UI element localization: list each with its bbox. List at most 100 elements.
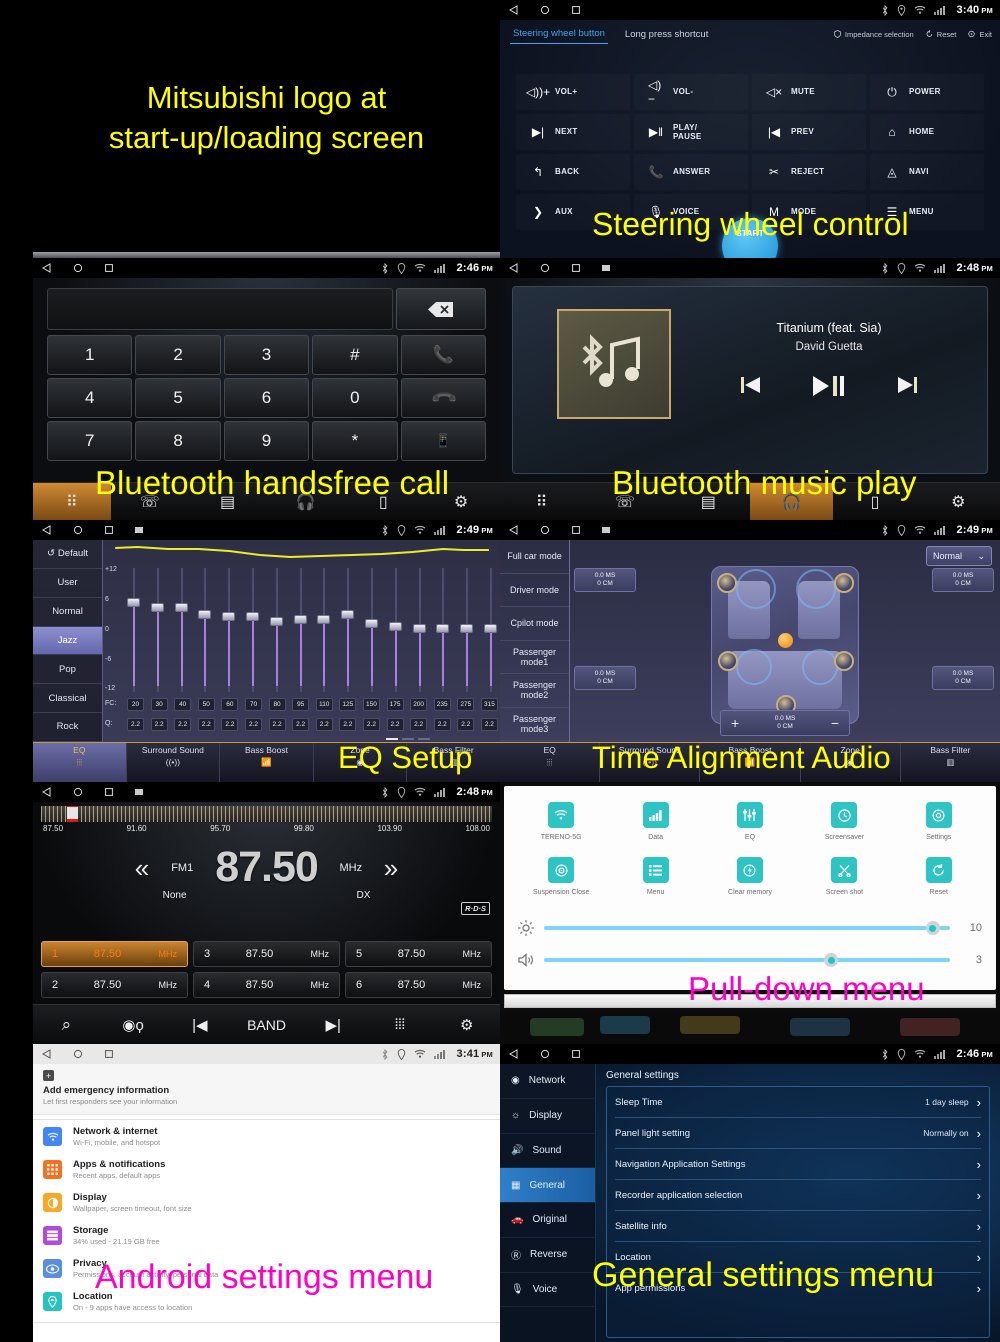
key-3[interactable]: 3 [223,335,310,375]
sw-button-play-pause[interactable]: ▶‖ PLAY/ PAUSE [634,114,748,150]
key-1[interactable]: 1 [47,335,133,375]
tab-eq[interactable]: EQ ⦙⦙⦙ [500,743,601,782]
eq-q-cell[interactable]: 2.2 [174,718,192,731]
play-pause-button[interactable] [812,375,846,397]
tile-wifi[interactable]: TERENO-5G [514,802,608,841]
key-4[interactable]: 4 [47,378,133,418]
end-call-button[interactable]: 📞 [400,378,486,418]
sw-button-home[interactable]: ⌂ HOME [870,114,984,150]
eq-band-slider-50[interactable] [198,568,212,692]
sidebar-item-network[interactable]: ◉ Network [500,1064,595,1099]
tab-bass-boost[interactable]: Bass Boost 📶 [220,743,314,782]
nav-back-icon[interactable] [42,1049,52,1059]
eq-band-slider-315[interactable] [483,568,498,692]
eq-fc-cell[interactable]: 235 [433,698,451,711]
eq-q-cell[interactable]: 2.2 [268,718,286,731]
settings-row-apps[interactable]: Apps & notifications Recent apps, default… [33,1153,500,1186]
nav-recents-icon[interactable] [571,5,581,15]
preset-default[interactable]: ↺ Default [33,540,102,569]
sw-button-prev[interactable]: |◀ PREV [752,114,866,150]
eq-q-cell[interactable]: 2.2 [339,718,357,731]
eq-fc-cell[interactable]: 200 [410,698,428,711]
phone-number-input[interactable] [47,288,393,330]
preset-pop[interactable]: Pop [33,655,102,685]
eq-fc-cell[interactable]: 80 [268,698,286,711]
nav-recents-icon[interactable] [104,1049,114,1059]
eq-q-cell[interactable]: 2.2 [362,718,380,731]
eq-fc-cell[interactable]: 70 [244,698,262,711]
nav-back-icon[interactable] [509,5,519,15]
slider-knob[interactable] [222,612,236,621]
mode-passenger1[interactable]: Passenger mode1 [500,641,569,675]
band-button[interactable]: BAND [233,1017,300,1033]
eq-band-slider-80[interactable] [269,568,284,692]
nav-back-icon[interactable] [509,525,519,535]
eq-q-cell[interactable]: 2.2 [292,718,310,731]
nav-bt-settings[interactable]: ⚙ [917,483,1000,520]
sw-button-vol-up[interactable]: ◁))+ VOL+ [516,74,630,110]
auto-scan-button[interactable]: ◉ϙ [100,1016,167,1034]
key-8[interactable]: 8 [135,421,221,461]
eq-fc-cell[interactable]: 30 [150,698,168,711]
slider-knob[interactable] [388,622,402,631]
slider-knob[interactable] [460,624,474,633]
key-6[interactable]: 6 [223,378,310,418]
eq-q-cell[interactable]: 2.2 [386,718,404,731]
nav-back-icon[interactable] [509,263,519,273]
tab-steering-wheel-button[interactable]: Steering wheel button [510,26,608,44]
nav-back-icon[interactable] [509,1049,519,1059]
key-9[interactable]: 9 [223,421,310,461]
sensitivity-indicator[interactable]: DX [357,890,371,901]
tab-eq[interactable]: EQ ⦙⦙⦙ [33,743,127,782]
nav-back-icon[interactable] [42,525,52,535]
sidebar-item-reverse[interactable]: Ⓡ Reverse [500,1238,595,1273]
eq-fc-cell[interactable]: 95 [292,698,310,711]
nav-recents-icon[interactable] [571,263,581,273]
slider-knob[interactable] [174,603,188,612]
preset-jazz[interactable]: Jazz [33,626,102,656]
sw-button-vol-down[interactable]: ◁)− VOL- [634,74,748,110]
eq-fc-cell[interactable]: 175 [386,698,404,711]
preset-6[interactable]: 6 87.50 MHz [345,972,492,998]
slider-knob[interactable] [483,624,497,633]
prev-station-button[interactable]: |◀ [166,1016,233,1034]
nav-recents-icon[interactable] [104,787,114,797]
nav-home-icon[interactable] [73,525,83,535]
eq-fc-cell[interactable]: 40 [174,698,192,711]
preset-classical[interactable]: Classical [33,684,102,714]
preset-rock[interactable]: Rock [33,713,102,742]
preset-4[interactable]: 4 87.50 MHz [193,972,340,998]
listening-position-marker[interactable] [778,633,793,648]
settings-button[interactable]: ⚙ [433,1016,500,1034]
eq-band-slider-150[interactable] [364,568,379,692]
eq-fc-cell[interactable]: 125 [339,698,357,711]
mode-passenger2[interactable]: Passenger mode2 [500,674,569,708]
nav-back-icon[interactable] [42,263,52,273]
eq-band-slider-60[interactable] [222,568,236,692]
eq-q-cell[interactable]: 2.2 [221,718,239,731]
slider-knob[interactable] [436,624,450,633]
sw-button-next[interactable]: ▶| NEXT [516,114,630,150]
nav-home-icon[interactable] [540,1049,550,1059]
nav-screenshot-icon[interactable] [602,264,610,272]
sw-button-power[interactable]: ⏻ POWER [870,74,984,110]
volume-slider[interactable] [544,953,950,967]
eq-q-cell[interactable]: 2.2 [244,718,262,731]
eq-fc-cell[interactable]: 275 [457,698,475,711]
delay-box-front-left[interactable]: 0.0 MS 0 CM [574,568,636,592]
eq-fc-cell[interactable]: 60 [221,698,239,711]
brightness-slider[interactable] [544,921,950,935]
preset-2[interactable]: 2 87.50 MHz [41,972,188,998]
slider-knob[interactable] [412,624,426,633]
slider-knob[interactable] [245,612,259,621]
next-track-button[interactable] [896,375,918,397]
slider-knob[interactable] [293,615,307,624]
eq-fc-cell[interactable]: 20 [127,698,144,711]
slider-knob[interactable] [317,615,331,624]
mode-passenger3[interactable]: Passenger mode3 [500,708,569,742]
eq-band-slider-125[interactable] [341,568,355,692]
eq-fc-cell[interactable]: 110 [315,698,333,711]
slider-knob[interactable] [341,610,355,619]
nav-recents-icon[interactable] [571,525,581,535]
tab-surround-sound[interactable]: Surround Sound ((•)) [127,743,221,782]
